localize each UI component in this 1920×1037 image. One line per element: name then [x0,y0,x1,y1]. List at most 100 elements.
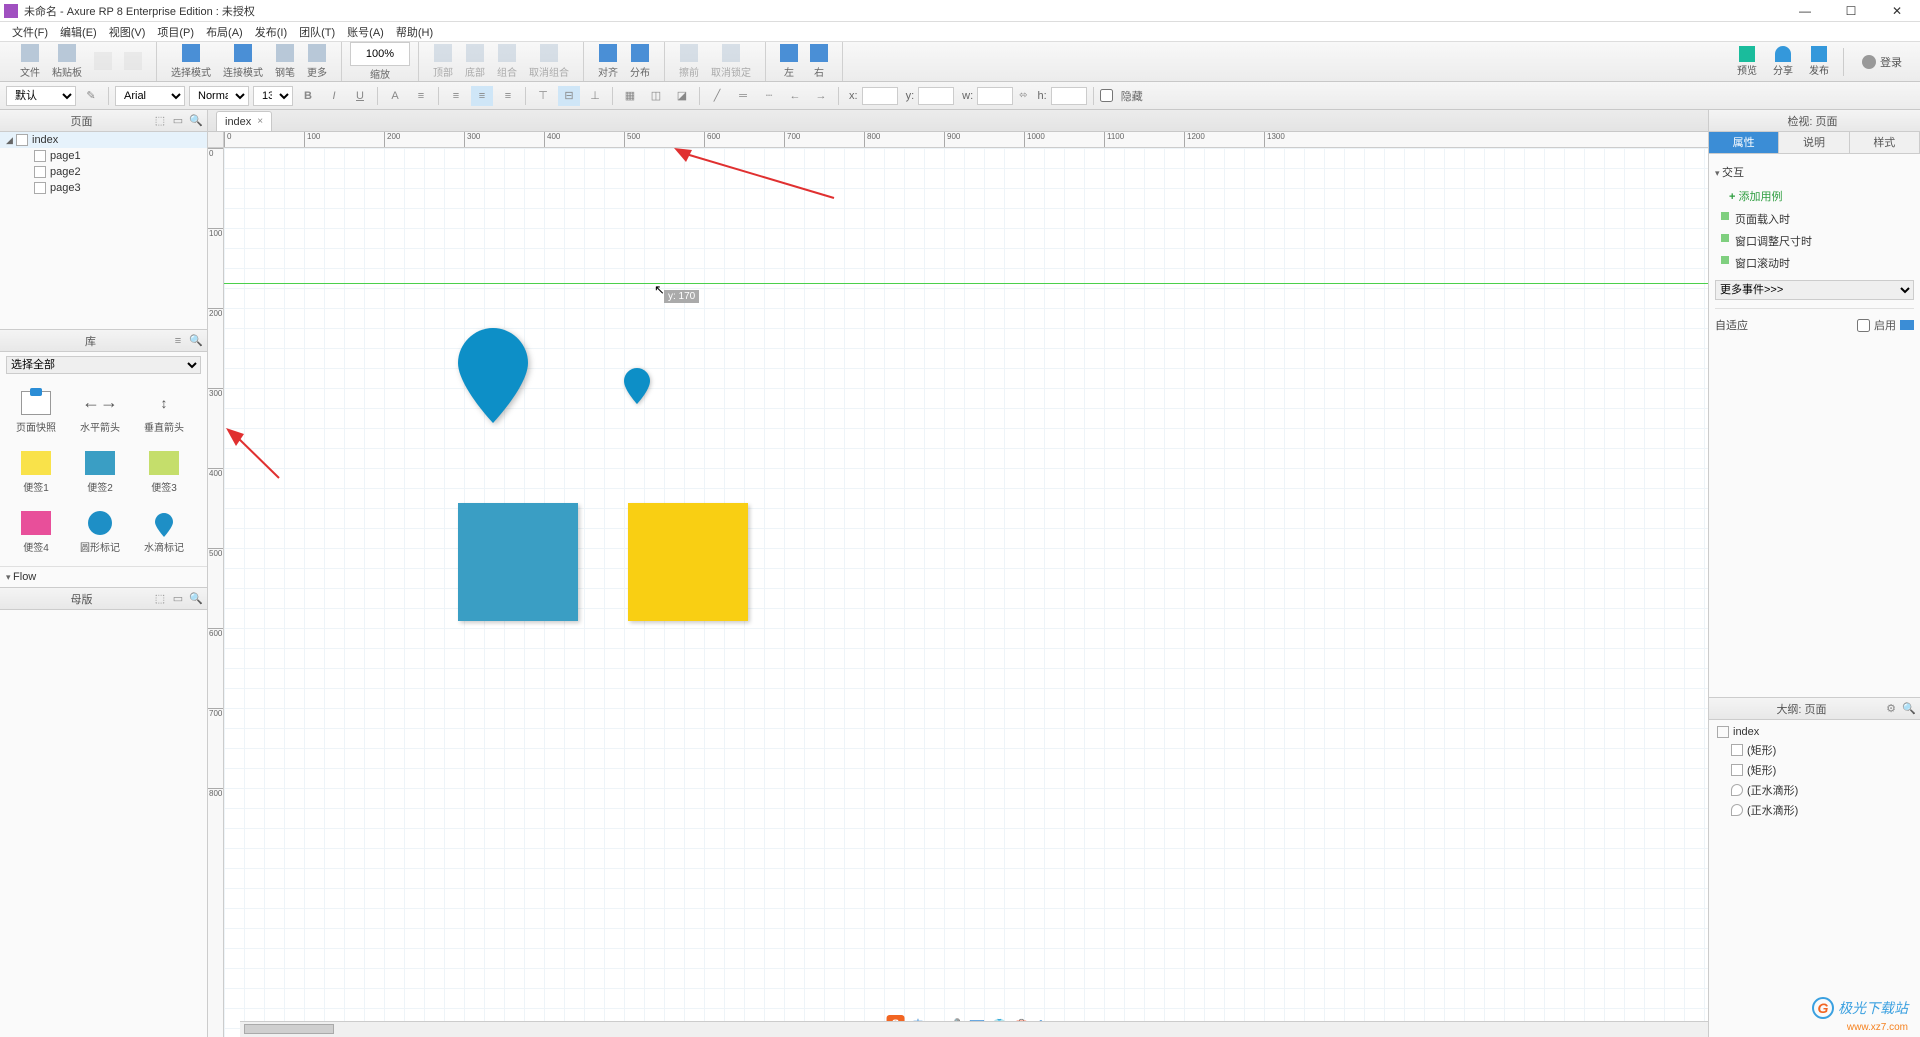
horizontal-scrollbar[interactable] [240,1021,1708,1037]
align-center-button[interactable]: ≡ [471,86,493,106]
tb-front[interactable]: 擦前 [673,42,705,81]
line-pattern-button[interactable]: ┄ [758,86,780,106]
bullets-button[interactable]: ≡ [410,86,432,106]
h-input[interactable] [1051,87,1087,105]
fill-color-button[interactable]: ▦ [619,86,641,106]
lib-varrow[interactable]: ↕垂直箭头 [132,382,196,442]
lock-aspect-icon[interactable]: ⬄ [1019,90,1027,101]
login-button[interactable]: 登录 [1850,54,1914,70]
event-page-load[interactable]: 页面载入时 [1715,208,1914,230]
tb-align-top[interactable]: 顶部 [427,42,459,81]
w-input[interactable] [977,87,1013,105]
tb-select-mode[interactable]: 选择模式 [165,42,217,81]
menu-view[interactable]: 视图(V) [103,22,152,42]
expand-toggle-icon[interactable]: ◢ [6,135,16,146]
canvas-rect-yellow[interactable] [628,503,748,621]
valign-bottom-button[interactable]: ⊥ [584,86,606,106]
tb-ungroup[interactable]: 取消组合 [523,42,575,81]
tb-clipboard[interactable]: 粘贴板 [46,42,88,81]
style-paint-icon[interactable]: ✎ [80,86,102,106]
menu-layout[interactable]: 布局(A) [200,22,249,42]
lib-circle-marker[interactable]: 圆形标记 [68,502,132,562]
tb-right[interactable]: 右 [804,42,834,81]
menu-project[interactable]: 项目(P) [151,22,200,42]
outline-item-3[interactable]: (正水滴形) [1713,780,1916,800]
add-master-icon[interactable]: ⬚ [153,592,167,606]
lib-harrow[interactable]: ←→水平箭头 [68,382,132,442]
font-family-select[interactable]: Arial [115,86,185,106]
zoom-input[interactable]: 100% [350,42,410,66]
tb-connect-mode[interactable]: 连接模式 [217,42,269,81]
add-folder-icon[interactable]: ▭ [171,114,185,128]
underline-button[interactable]: U [349,86,371,106]
x-input[interactable] [862,87,898,105]
align-right-button[interactable]: ≡ [497,86,519,106]
page-page3[interactable]: page3 [0,180,207,196]
search-pages-icon[interactable]: 🔍 [189,114,203,128]
outline-filter-icon[interactable]: ⚙ [1884,702,1898,716]
tab-index[interactable]: index× [216,111,272,131]
tb-distribute[interactable]: 分布 [624,42,656,81]
event-window-resize[interactable]: 窗口调整尺寸时 [1715,230,1914,252]
align-left-button[interactable]: ≡ [445,86,467,106]
tb-back[interactable]: 取消锁定 [705,42,757,81]
page-index[interactable]: ◢ index [0,132,207,148]
valign-middle-button[interactable]: ⊟ [558,86,580,106]
outline-item-2[interactable]: (矩形) [1713,760,1916,780]
tb-more[interactable]: 更多 [301,42,333,81]
text-color-button[interactable]: A [384,86,406,106]
more-events-select[interactable]: 更多事件>>> [1715,280,1914,300]
add-case-link[interactable]: 添加用例 [1715,184,1914,208]
tb-publish[interactable]: 发布 [1801,44,1837,79]
interaction-section[interactable]: 交互 [1715,160,1914,184]
lib-snapshot[interactable]: 页面快照 [4,382,68,442]
canvas[interactable]: ↖ y: 170 S 中 [224,148,1708,1037]
arrow-start-button[interactable]: ← [784,86,806,106]
menu-file[interactable]: 文件(F) [6,22,54,42]
tb-preview[interactable]: 预览 [1729,44,1765,79]
menu-team[interactable]: 团队(T) [293,22,341,42]
inner-shadow-button[interactable]: ◪ [671,86,693,106]
close-tab-icon[interactable]: × [257,116,263,127]
tb-left[interactable]: 左 [774,42,804,81]
adaptive-views-icon[interactable] [1900,320,1914,330]
outline-root[interactable]: index [1713,724,1916,740]
tab-properties[interactable]: 属性 [1709,132,1779,153]
enable-adaptive[interactable]: 启用 [1857,317,1914,333]
event-window-scroll[interactable]: 窗口滚动时 [1715,252,1914,274]
search-library-icon[interactable]: 🔍 [189,334,203,348]
arrow-end-button[interactable]: → [810,86,832,106]
close-button[interactable]: ✕ [1874,0,1920,22]
line-style-button[interactable]: ╱ [706,86,728,106]
italic-button[interactable]: I [323,86,345,106]
search-outline-icon[interactable]: 🔍 [1902,702,1916,716]
tb-align[interactable]: 对齐 [592,42,624,81]
add-page-icon[interactable]: ⬚ [153,114,167,128]
menu-edit[interactable]: 编辑(E) [54,22,103,42]
lib-note2[interactable]: 便签2 [68,442,132,502]
lib-note4[interactable]: 便签4 [4,502,68,562]
maximize-button[interactable]: ☐ [1828,0,1874,22]
canvas-pin-small[interactable] [624,368,650,404]
scrollbar-thumb[interactable] [244,1024,334,1034]
search-master-icon[interactable]: 🔍 [189,592,203,606]
font-size-select[interactable]: 13 [253,86,293,106]
page-page1[interactable]: page1 [0,148,207,164]
page-page2[interactable]: page2 [0,164,207,180]
canvas-pin-large[interactable] [458,328,528,423]
menu-publish[interactable]: 发布(I) [249,22,293,42]
tb-pen[interactable]: 钢笔 [269,42,301,81]
menu-account[interactable]: 账号(A) [341,22,390,42]
bold-button[interactable]: B [297,86,319,106]
lib-note3[interactable]: 便签3 [132,442,196,502]
horizontal-ruler[interactable]: 0100200300400500600700800900100011001200… [224,132,1708,148]
tb-undo[interactable] [88,50,118,74]
lib-flow-section[interactable]: Flow [0,566,207,587]
lib-pin-marker[interactable]: 水滴标记 [132,502,196,562]
valign-top-button[interactable]: ⊤ [532,86,554,106]
tab-style[interactable]: 样式 [1850,132,1920,153]
canvas-rect-blue[interactable] [458,503,578,621]
outline-item-4[interactable]: (正水滴形) [1713,800,1916,820]
style-preset-select[interactable]: 默认 [6,86,76,106]
lib-note1[interactable]: 便签1 [4,442,68,502]
